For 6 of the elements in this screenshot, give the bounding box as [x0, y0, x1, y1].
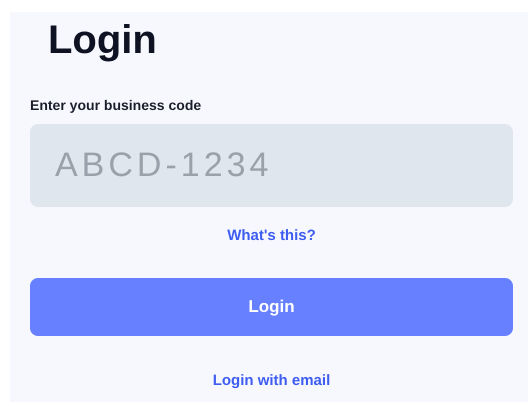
- login-button[interactable]: Login: [30, 278, 513, 336]
- help-link[interactable]: What's this?: [227, 225, 316, 248]
- page-title: Login: [48, 18, 157, 62]
- email-login-link[interactable]: Login with email: [212, 370, 330, 392]
- field-label: Enter your business code: [30, 96, 202, 115]
- business-code-field[interactable]: ABCD-1234: [30, 124, 513, 207]
